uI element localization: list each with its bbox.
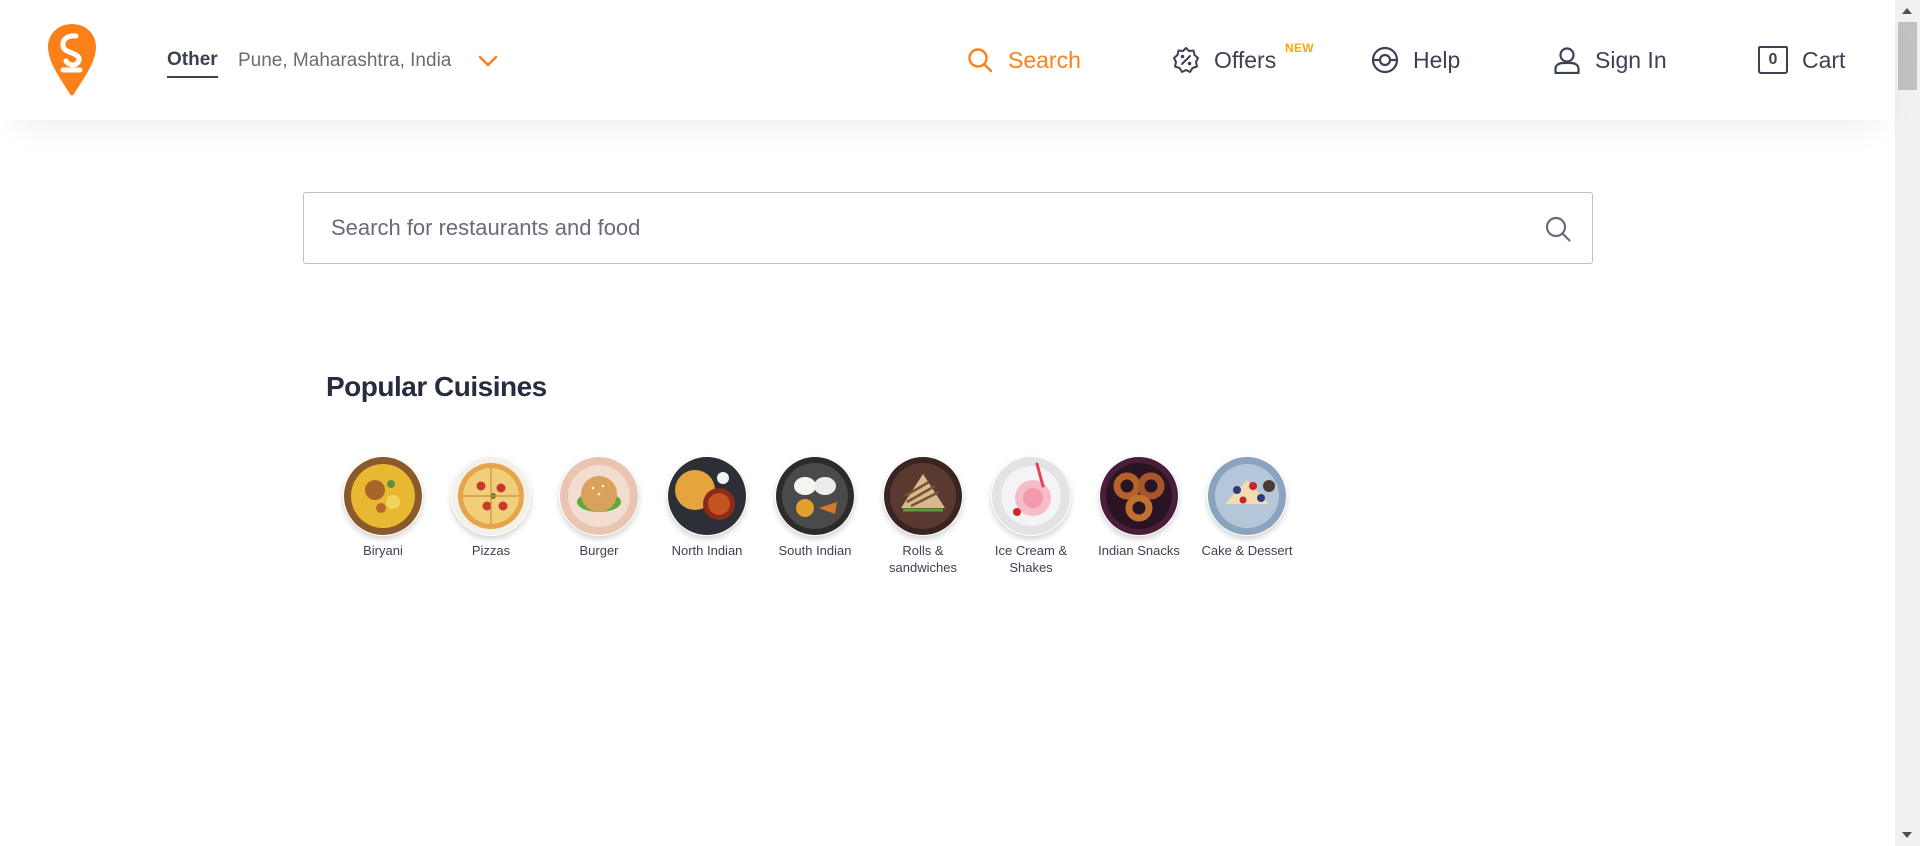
cuisine-label: Rolls & sandwiches (889, 543, 957, 575)
search-submit-icon[interactable] (1544, 215, 1572, 243)
cuisine-list: Biryani Pizzas Burger North Indian South… (329, 456, 1301, 576)
popular-cuisines-title: Popular Cuisines (326, 371, 547, 402)
snacks-icon (1100, 457, 1178, 535)
burger-icon (560, 457, 638, 535)
cuisine-label: Biryani (363, 543, 403, 558)
cuisine-item-rolls[interactable]: Rolls & sandwiches (869, 456, 977, 576)
cuisine-item-pizzas[interactable]: Pizzas (437, 456, 545, 576)
cuisine-item-cake[interactable]: Cake & Dessert (1193, 456, 1301, 576)
north-indian-icon (668, 457, 746, 535)
cuisine-item-indian-snacks[interactable]: Indian Snacks (1085, 456, 1193, 576)
offer-percent-icon (1173, 47, 1199, 73)
cuisine-item-ice-cream[interactable]: Ice Cream & Shakes (977, 456, 1085, 576)
cart-count-badge: 0 (1758, 46, 1788, 74)
help-lifebuoy-icon (1371, 46, 1399, 74)
cuisine-label: Ice Cream & Shakes (994, 543, 1068, 575)
sandwich-icon (884, 457, 962, 535)
nav-offers-label: Offers (1214, 46, 1277, 73)
pizza-icon (452, 457, 530, 535)
location-type-label[interactable]: Other (167, 49, 218, 78)
search-bar (303, 192, 1593, 264)
nav-signin-link[interactable]: Sign In (1553, 44, 1667, 76)
site-header: Other Pune, Maharashtra, India Search Of… (0, 0, 1895, 120)
nav-signin-label: Sign In (1595, 46, 1667, 73)
biryani-icon (344, 457, 422, 535)
nav-search-label: Search (1008, 46, 1081, 73)
cuisine-label: Pizzas (471, 543, 511, 558)
scroll-thumb[interactable] (1898, 22, 1917, 90)
cuisine-label: Burger (579, 543, 619, 558)
swiggy-logo-icon[interactable] (46, 22, 98, 98)
cake-icon (1208, 457, 1286, 535)
nav-help-label: Help (1413, 46, 1461, 73)
ice-cream-icon (992, 457, 1070, 535)
nav-offers-link[interactable]: Offers (1172, 44, 1276, 76)
location-text[interactable]: Pune, Maharashtra, India (238, 50, 451, 72)
south-indian-icon (776, 457, 854, 535)
user-icon (1554, 47, 1580, 74)
search-input[interactable] (304, 193, 1504, 263)
scroll-down-arrow-icon[interactable] (1902, 832, 1912, 838)
scroll-up-arrow-icon[interactable] (1902, 8, 1912, 14)
cuisine-item-burger[interactable]: Burger (545, 456, 653, 576)
cuisine-label: Indian Snacks (1098, 543, 1180, 558)
cuisine-label: Cake & Dessert (1201, 543, 1293, 558)
nav-cart-link[interactable]: 0 Cart (1758, 44, 1845, 76)
cuisine-item-south-indian[interactable]: South Indian (761, 456, 869, 576)
nav-search-link[interactable]: Search (966, 44, 1081, 76)
new-badge: NEW (1285, 41, 1314, 55)
nav-help-link[interactable]: Help (1371, 44, 1460, 76)
page-scrollbar[interactable] (1895, 0, 1920, 846)
cuisine-label: South Indian (778, 543, 852, 558)
chevron-down-icon[interactable] (477, 50, 499, 72)
nav-cart-label: Cart (1802, 46, 1846, 73)
search-icon (968, 48, 993, 73)
cuisine-item-biryani[interactable]: Biryani (329, 456, 437, 576)
cuisine-item-north-indian[interactable]: North Indian (653, 456, 761, 576)
cuisine-label: North Indian (671, 543, 743, 558)
